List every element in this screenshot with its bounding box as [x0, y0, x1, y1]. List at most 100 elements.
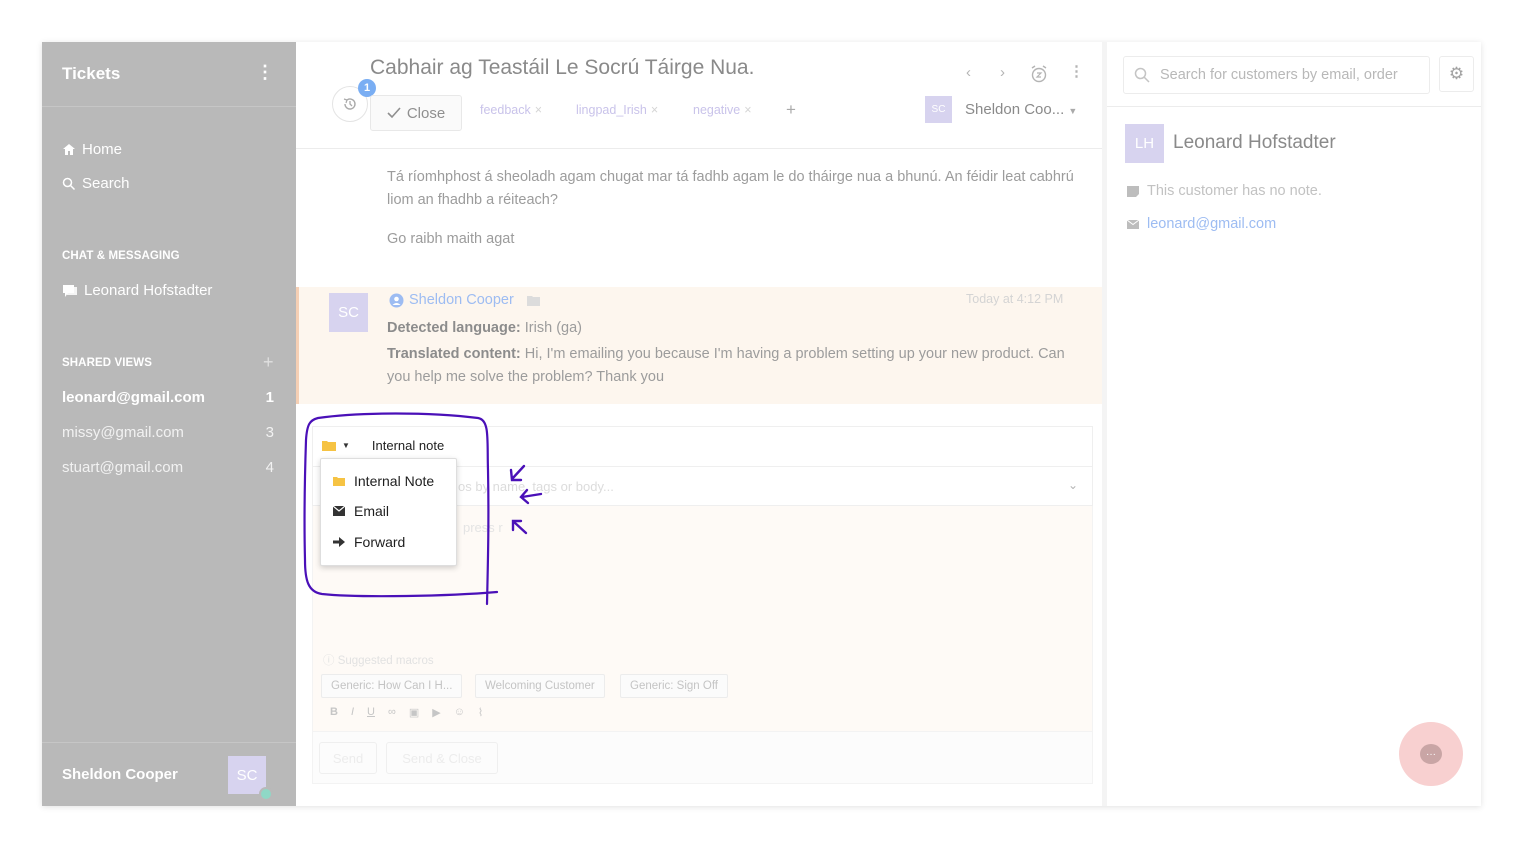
- message-signoff: Go raibh maith agat: [387, 231, 515, 247]
- ticket-main: Cabhair ag Teastáil Le Socrú Táirge Nua.…: [296, 42, 1102, 806]
- more-options-icon[interactable]: ⋮: [1069, 62, 1084, 80]
- history-icon: [343, 98, 356, 110]
- menu-item-forward[interactable]: Forward: [333, 534, 405, 550]
- reply-mode-selector[interactable]: ▼ Internal note: [322, 438, 444, 453]
- add-view-icon[interactable]: +: [263, 352, 274, 373]
- chevron-down-icon: ▼: [1068, 106, 1078, 116]
- close-label: Close: [406, 104, 446, 122]
- folder-icon: [322, 441, 336, 451]
- customer-search-input[interactable]: Search for customers by email, order: [1123, 56, 1430, 94]
- user-circle-icon: [389, 293, 404, 307]
- customer-panel: Search for customers by email, order ⚙ L…: [1102, 42, 1481, 806]
- customer-note[interactable]: This customer has no note.: [1127, 183, 1322, 199]
- note-timestamp: Today at 4:12 PM: [966, 292, 1064, 306]
- view-item-missy[interactable]: missy@gmail.com 3: [62, 424, 274, 441]
- macro-chip[interactable]: Welcoming Customer: [475, 674, 605, 698]
- chevron-down-icon[interactable]: ⌄: [1068, 478, 1078, 492]
- image-icon[interactable]: ▣: [409, 706, 419, 719]
- macro-chip[interactable]: Generic: How Can I H...: [321, 674, 463, 698]
- underline-button[interactable]: U: [367, 706, 375, 719]
- italic-button[interactable]: I: [351, 706, 354, 719]
- divider: [296, 148, 1102, 149]
- search-icon: [1134, 67, 1150, 83]
- nav-search-label: Search: [82, 175, 130, 192]
- snooze-icon[interactable]: [1030, 65, 1048, 83]
- internal-note-message: SC Sheldon Cooper Today at 4:12 PM Detec…: [296, 287, 1102, 404]
- menu-item-internal-note[interactable]: Internal Note: [333, 473, 434, 489]
- customer-note-text: This customer has no note.: [1147, 183, 1322, 199]
- add-tag-icon[interactable]: +: [786, 100, 796, 120]
- chat-icon: [63, 285, 77, 297]
- bold-button[interactable]: B: [330, 706, 338, 719]
- macro-chip[interactable]: Generic: Sign Off: [620, 674, 728, 698]
- view-item-leonard[interactable]: leonard@gmail.com 1: [62, 389, 274, 406]
- assignee-avatar: SC: [925, 96, 952, 123]
- email-icon: [1127, 219, 1139, 229]
- chat-item-label: Leonard Hofstadter: [84, 282, 213, 299]
- formatting-toolbar: B I U ∞ ▣ ▶ ☺ ⌇: [330, 706, 483, 719]
- view-count: 3: [265, 424, 274, 441]
- current-user-name: Sheldon Cooper: [62, 766, 178, 783]
- nav-home-label: Home: [82, 141, 123, 158]
- helpdesk-app: Tickets ⋮ Home Search CHAT & MESSAGING L…: [42, 42, 1481, 806]
- divider: [42, 742, 296, 743]
- view-label: missy@gmail.com: [62, 424, 184, 441]
- menu-item-email[interactable]: Email: [333, 503, 389, 519]
- composer-footer: Send Send & Close: [312, 731, 1093, 784]
- close-ticket-button[interactable]: Close: [370, 95, 462, 131]
- chat-item-leonard[interactable]: Leonard Hofstadter: [62, 282, 212, 299]
- remove-tag-icon[interactable]: ×: [651, 103, 658, 117]
- suggested-macros-text: Suggested macros: [337, 655, 434, 667]
- prev-ticket-icon[interactable]: ‹: [966, 64, 971, 81]
- link-icon[interactable]: ∞: [388, 706, 396, 719]
- send-button[interactable]: Send: [319, 742, 377, 774]
- ticket-title[interactable]: Cabhair ag Teastáil Le Socrú Táirge Nua.: [370, 56, 754, 80]
- sidebar: Tickets ⋮ Home Search CHAT & MESSAGING L…: [42, 42, 296, 806]
- note-author-name: Sheldon Cooper: [409, 292, 514, 308]
- live-chat-button[interactable]: ···: [1399, 722, 1463, 786]
- detected-language-label: Detected language:: [387, 320, 521, 336]
- send-and-close-button[interactable]: Send & Close: [386, 742, 498, 774]
- customer-avatar: LH: [1125, 124, 1164, 163]
- assignee-dropdown[interactable]: Sheldon Coo... ▼: [965, 101, 1077, 118]
- view-item-stuart[interactable]: stuart@gmail.com 4: [62, 459, 274, 476]
- tag-feedback[interactable]: feedback ×: [480, 103, 542, 117]
- sidebar-title: Tickets: [62, 64, 121, 83]
- note-folder-icon: [526, 295, 540, 306]
- menu-item-label: Email: [354, 503, 390, 519]
- view-count: 4: [265, 459, 274, 476]
- customer-email-link: leonard@gmail.com: [1147, 216, 1277, 232]
- macro-search-placeholder: os by name, tags or body...: [458, 479, 614, 494]
- nav-search[interactable]: Search: [62, 175, 130, 192]
- divider: [42, 106, 296, 107]
- divider: [1107, 106, 1481, 107]
- tag-negative[interactable]: negative ×: [693, 103, 752, 117]
- tag-label: feedback: [480, 103, 531, 117]
- tag-lingpad-irish[interactable]: lingpad_Irish ×: [576, 103, 658, 117]
- note-author[interactable]: Sheldon Cooper: [389, 292, 540, 308]
- sidebar-menu-icon[interactable]: ⋮: [256, 62, 274, 82]
- attachment-icon[interactable]: ⌇: [478, 706, 483, 719]
- chat-bubble-icon: ···: [1420, 744, 1442, 764]
- remove-tag-icon[interactable]: ×: [535, 103, 542, 117]
- settings-button[interactable]: ⚙: [1439, 56, 1474, 92]
- tag-label: negative: [693, 103, 741, 117]
- next-ticket-icon[interactable]: ›: [1000, 64, 1005, 81]
- translated-content-label: Translated content:: [387, 346, 521, 362]
- gear-icon: ⚙: [1448, 64, 1465, 83]
- view-count: 1: [265, 389, 274, 406]
- check-icon: [387, 107, 401, 119]
- reply-mode-label: Internal note: [371, 438, 445, 453]
- nav-home[interactable]: Home: [62, 141, 122, 158]
- customer-name[interactable]: Leonard Hofstadter: [1173, 132, 1336, 154]
- remove-tag-icon[interactable]: ×: [744, 103, 751, 117]
- translated-content: Translated content: Hi, I'm emailing you…: [387, 343, 1077, 389]
- emoji-icon[interactable]: ☺: [454, 706, 465, 719]
- view-label: stuart@gmail.com: [62, 459, 184, 476]
- customer-email[interactable]: leonard@gmail.com: [1127, 216, 1276, 232]
- customer-search-placeholder: Search for customers by email, order: [1160, 67, 1398, 83]
- note-author-avatar: SC: [329, 293, 368, 332]
- video-icon[interactable]: ▶: [432, 706, 440, 719]
- view-label: leonard@gmail.com: [62, 389, 205, 406]
- email-icon: [333, 506, 345, 516]
